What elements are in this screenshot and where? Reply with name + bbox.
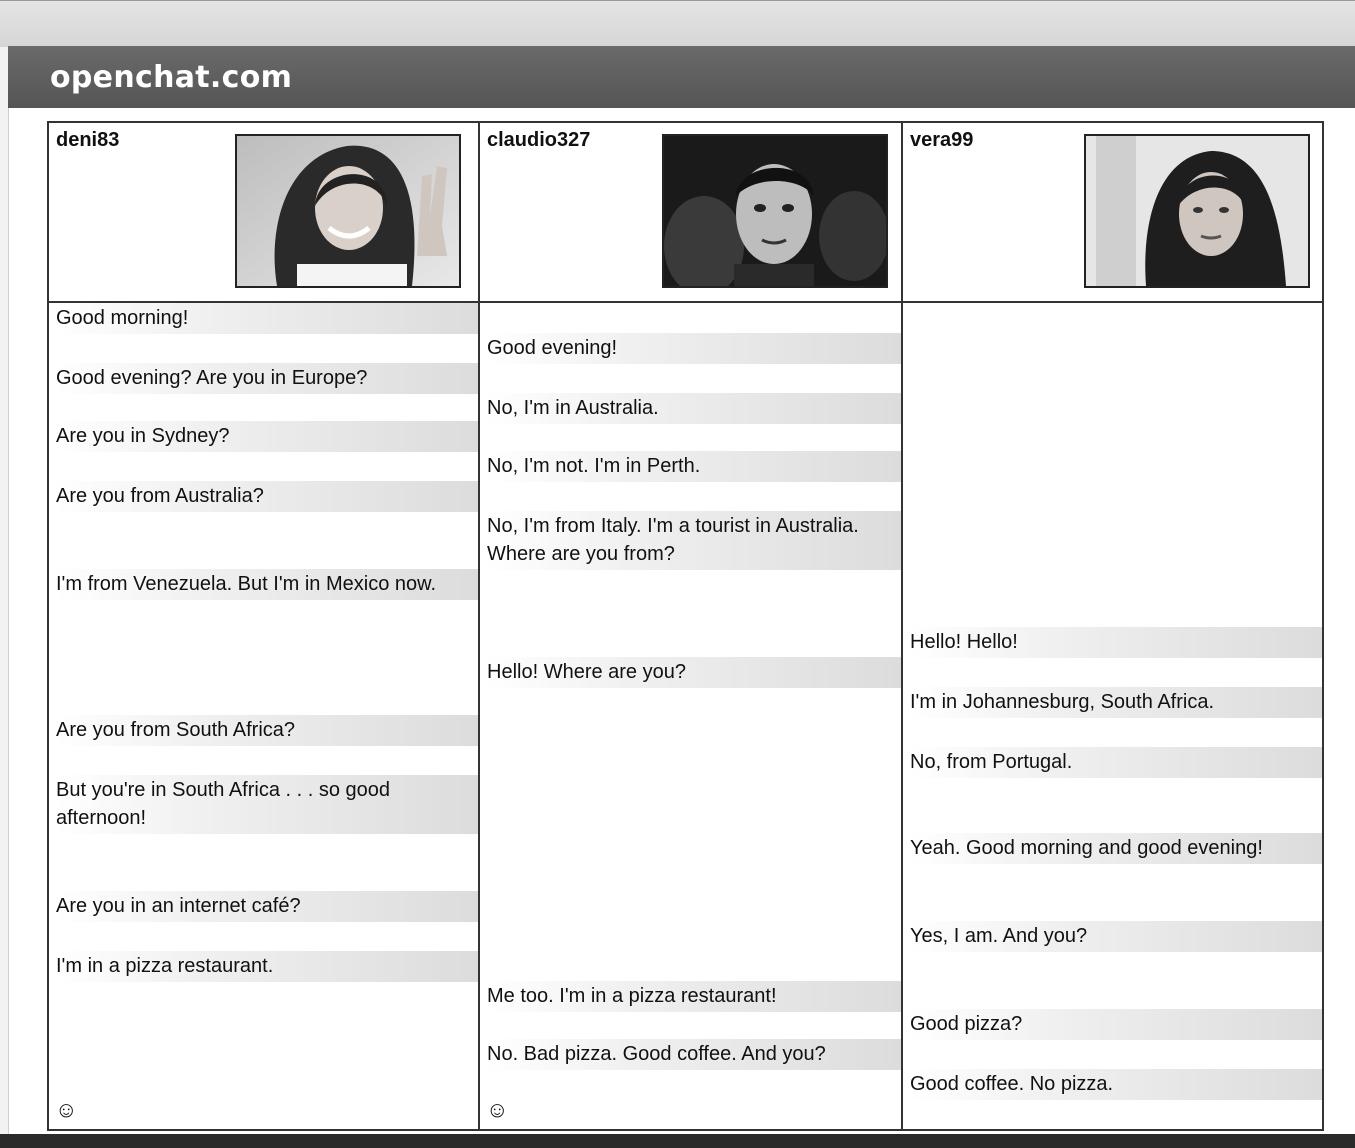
chat-message: Hello! Hello! (910, 627, 1322, 658)
username[interactable]: deni83 (56, 129, 119, 152)
chat-message: Good coffee. No pizza. (910, 1069, 1322, 1100)
chat-message: No, I'm in Australia. (487, 393, 901, 424)
message-list: Hello! Hello! I'm in Johannesburg, South… (903, 303, 1322, 1129)
smiley-icon[interactable]: ☺ (55, 1097, 77, 1123)
webcam-photo (235, 134, 461, 288)
chat-message: No, I'm not. I'm in Perth. (487, 451, 901, 482)
chat-message: Good evening? Are you in Europe? (56, 363, 478, 394)
username[interactable]: claudio327 (487, 129, 590, 152)
chat-message: Are you from South Africa? (56, 715, 478, 746)
chat-message: No, I'm from Italy. I'm a tourist in Aus… (487, 511, 901, 570)
chat-message: I'm in a pizza restaurant. (56, 951, 478, 982)
chat-message: Good morning! (56, 303, 478, 334)
message-list: Good morning! Good evening? Are you in E… (49, 303, 478, 1129)
chat-column-claudio327: claudio327 Good evening! No, I'm in Aust… (478, 123, 901, 1129)
site-logo[interactable]: openchat.com (50, 60, 292, 95)
chat-message: Yeah. Good morning and good evening! (910, 833, 1322, 864)
chat-message: I'm from Venezuela. But I'm in Mexico no… (56, 569, 478, 600)
chat-message: No, from Portugal. (910, 747, 1322, 778)
chat-message: But you're in South Africa . . . so good… (56, 775, 478, 834)
smiley-icon[interactable]: ☺ (486, 1097, 508, 1123)
user-profile: claudio327 (480, 123, 901, 303)
chat-message: No. Bad pizza. Good coffee. And you? (487, 1039, 901, 1070)
chat-message: Good evening! (487, 333, 901, 364)
chat-message: Me too. I'm in a pizza restaurant! (487, 981, 901, 1012)
user-profile: vera99 (903, 123, 1322, 303)
chat-message: Hello! Where are you? (487, 657, 901, 688)
chat-message: Are you in Sydney? (56, 421, 478, 452)
webcam-photo (662, 134, 888, 288)
chat-message: Good pizza? (910, 1009, 1322, 1040)
chat-message: Are you in an internet café? (56, 891, 478, 922)
chat-grid: deni83 Good morning! Good evening? Are y… (47, 121, 1324, 1131)
bottom-bar (0, 1134, 1355, 1148)
chat-column-deni83: deni83 Good morning! Good evening? Are y… (49, 123, 478, 1129)
user-profile: deni83 (49, 123, 478, 303)
username[interactable]: vera99 (910, 129, 973, 152)
webcam-photo (1084, 134, 1310, 288)
chat-message: Are you from Australia? (56, 481, 478, 512)
chat-message: I'm in Johannesburg, South Africa. (910, 687, 1322, 718)
top-strip (0, 0, 1355, 47)
site-header: openchat.com (8, 46, 1355, 108)
chat-column-vera99: vera99 Hello! Hello! I'm in Johannesburg… (901, 123, 1322, 1129)
chat-message: Yes, I am. And you? (910, 921, 1322, 952)
message-list: Good evening! No, I'm in Australia. No, … (480, 303, 901, 1129)
